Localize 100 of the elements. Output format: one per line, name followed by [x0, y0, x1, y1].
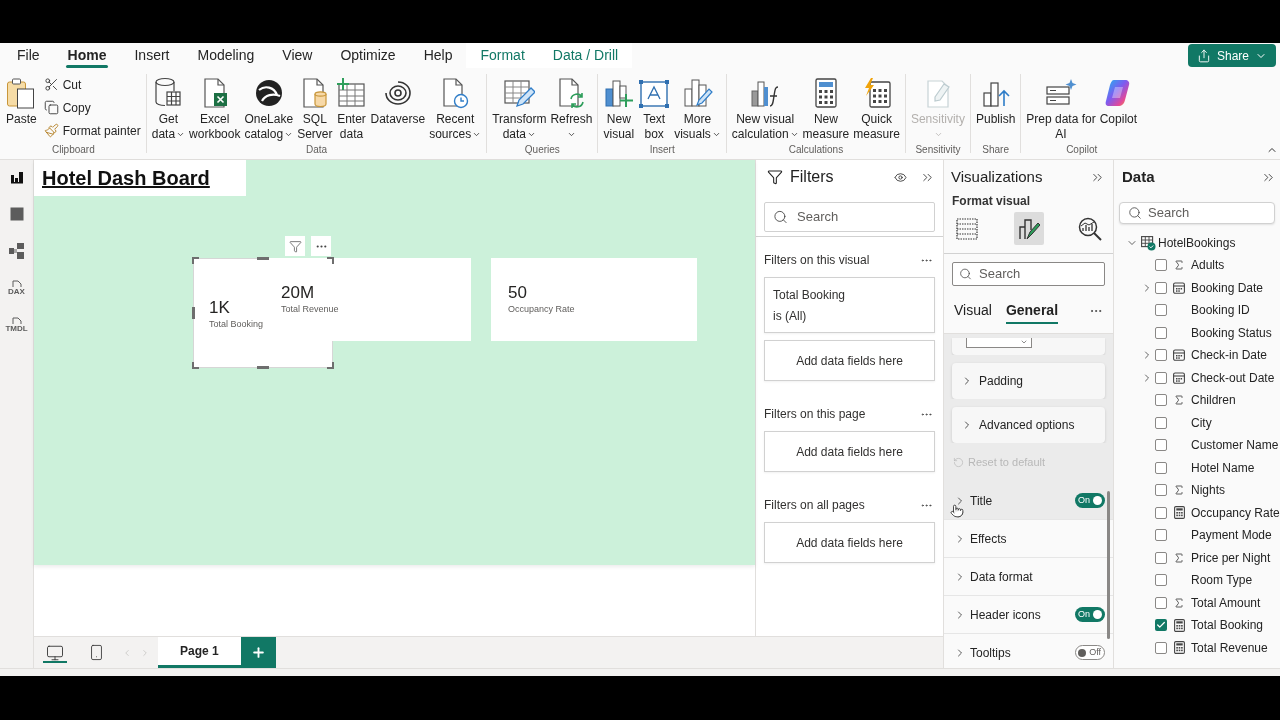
field-name[interactable]: Nights: [1191, 481, 1225, 500]
view-button[interactable]: TMDL: [1, 312, 32, 338]
ribbon-button[interactable]: Excel workbook: [187, 68, 243, 143]
resize-handle-icon[interactable]: [257, 366, 269, 369]
view-button[interactable]: DAX: [1, 275, 32, 301]
field-name[interactable]: Booking Status: [1191, 323, 1272, 342]
menu-tab[interactable]: File: [3, 43, 54, 68]
filter-card[interactable]: Total Booking is (All): [764, 277, 935, 333]
ribbon-button[interactable]: Paste: [4, 68, 39, 143]
toggle-switch[interactable]: On: [1075, 493, 1105, 508]
field-name[interactable]: Hotel Name: [1191, 458, 1255, 477]
resize-handle-icon[interactable]: [192, 362, 199, 369]
resize-handle-icon[interactable]: [327, 257, 334, 264]
search-field[interactable]: Search: [952, 262, 1105, 286]
menu-tab[interactable]: View: [268, 43, 327, 68]
visual-filter-button[interactable]: [285, 236, 305, 256]
ribbon-button[interactable]: Get data: [149, 68, 188, 143]
field-name[interactable]: Occupancy Rate: [1191, 503, 1280, 522]
checkbox[interactable]: [1155, 326, 1167, 339]
checkbox[interactable]: [1155, 371, 1167, 384]
field-name[interactable]: Total Booking: [1191, 616, 1264, 635]
ribbon-button[interactable]: Publish: [973, 68, 1018, 143]
add-page-button[interactable]: [240, 637, 276, 668]
pane-mode-button[interactable]: [1013, 212, 1044, 245]
menu-tab[interactable]: Format: [466, 43, 539, 68]
ribbon-button[interactable]: Text box: [636, 68, 673, 143]
search-field[interactable]: Search: [1119, 202, 1275, 224]
pane-tab[interactable]: Visual: [954, 298, 992, 324]
ribbon-button[interactable]: Copy: [41, 96, 143, 119]
kpi-card[interactable]: 20M Total Revenue: [268, 258, 471, 341]
field-name[interactable]: City: [1191, 413, 1212, 432]
field-name[interactable]: Check-in Date: [1191, 346, 1268, 365]
field-name[interactable]: Booking Date: [1191, 278, 1264, 297]
ribbon-button[interactable]: Transform data: [490, 68, 549, 143]
search-field[interactable]: Search: [764, 202, 935, 232]
kpi-card[interactable]: 50 Occupancy Rate: [491, 258, 697, 341]
checkbox[interactable]: [1155, 574, 1167, 587]
field-name[interactable]: Price per Night: [1191, 548, 1271, 567]
field-name[interactable]: Customer Name: [1191, 436, 1279, 455]
menu-tab[interactable]: Modeling: [183, 43, 269, 68]
more-options-button[interactable]: [311, 236, 331, 256]
ribbon-button[interactable]: Dataverse: [368, 68, 428, 143]
format-row[interactable]: Title On: [944, 482, 1113, 520]
ribbon-button[interactable]: New visual calculation: [729, 68, 801, 143]
field-name[interactable]: Total Revenue: [1191, 638, 1268, 657]
field-name[interactable]: Room Type: [1191, 571, 1253, 590]
resize-handle-icon[interactable]: [257, 257, 269, 260]
ribbon-button[interactable]: Enter data: [334, 68, 369, 143]
checkbox[interactable]: [1155, 596, 1167, 609]
scrollbar[interactable]: [1107, 491, 1110, 639]
menu-tab[interactable]: Optimize: [326, 43, 410, 68]
checkbox[interactable]: [1155, 394, 1167, 407]
drop-zone[interactable]: Add data fields here: [764, 340, 935, 381]
menu-tab[interactable]: Home: [53, 43, 121, 68]
checkbox[interactable]: [1155, 529, 1167, 542]
checkbox[interactable]: [1155, 304, 1167, 317]
menu-tab[interactable]: Insert: [120, 43, 184, 68]
checkbox[interactable]: [1155, 641, 1167, 654]
ribbon-button[interactable]: Format painter: [41, 119, 143, 142]
dropdown-field[interactable]: [966, 338, 1032, 348]
toggle-switch[interactable]: On: [1075, 607, 1105, 622]
field-name[interactable]: Total Amount: [1191, 593, 1261, 612]
drop-zone[interactable]: Add data fields here: [764, 431, 935, 472]
ribbon-button[interactable]: More visuals: [672, 68, 723, 143]
checkbox[interactable]: [1155, 619, 1167, 632]
checkbox[interactable]: [1155, 416, 1167, 429]
checkbox[interactable]: [1155, 506, 1167, 519]
resize-handle-icon[interactable]: [192, 307, 195, 319]
ribbon-button[interactable]: Refresh: [548, 68, 595, 143]
checkbox[interactable]: [1155, 349, 1167, 362]
field-name[interactable]: Check-out Date: [1191, 368, 1275, 387]
section-card[interactable]: Advanced options: [952, 407, 1105, 443]
field-name[interactable]: Adults: [1191, 256, 1225, 275]
checkbox[interactable]: [1155, 439, 1167, 452]
pane-tab[interactable]: General: [1005, 298, 1059, 324]
eye-icon[interactable]: [894, 170, 907, 184]
checkbox[interactable]: [1155, 484, 1167, 497]
field-name[interactable]: Payment Mode: [1191, 526, 1272, 545]
menu-tab[interactable]: Help: [409, 43, 467, 68]
checkbox[interactable]: [1155, 259, 1167, 272]
ribbon-button[interactable]: Prep data for AI: [1024, 68, 1098, 143]
checkbox[interactable]: [1155, 461, 1167, 474]
section-card[interactable]: Padding: [952, 363, 1105, 399]
field-name[interactable]: Children: [1191, 391, 1236, 410]
ribbon-button[interactable]: New visual: [601, 68, 637, 143]
checkbox[interactable]: [1155, 281, 1167, 294]
page-tab[interactable]: Page 1: [158, 637, 241, 668]
ribbon-button[interactable]: Cut: [41, 73, 143, 96]
ribbon-button[interactable]: OneLake catalog: [242, 68, 296, 143]
toggle-switch[interactable]: Off: [1075, 645, 1105, 660]
drop-zone[interactable]: Add data fields here: [764, 522, 935, 563]
field-name[interactable]: Booking ID: [1191, 301, 1250, 320]
share-button[interactable]: Share: [1187, 44, 1276, 67]
ribbon-button[interactable]: Copilot: [1097, 68, 1140, 143]
resize-handle-icon[interactable]: [327, 362, 334, 369]
ribbon-button[interactable]: Quick measure: [851, 68, 902, 143]
resize-handle-icon[interactable]: [192, 257, 199, 264]
menu-tab[interactable]: Data / Drill: [538, 43, 633, 68]
checkbox[interactable]: [1155, 551, 1167, 564]
ribbon-button[interactable]: New measure: [800, 68, 852, 143]
